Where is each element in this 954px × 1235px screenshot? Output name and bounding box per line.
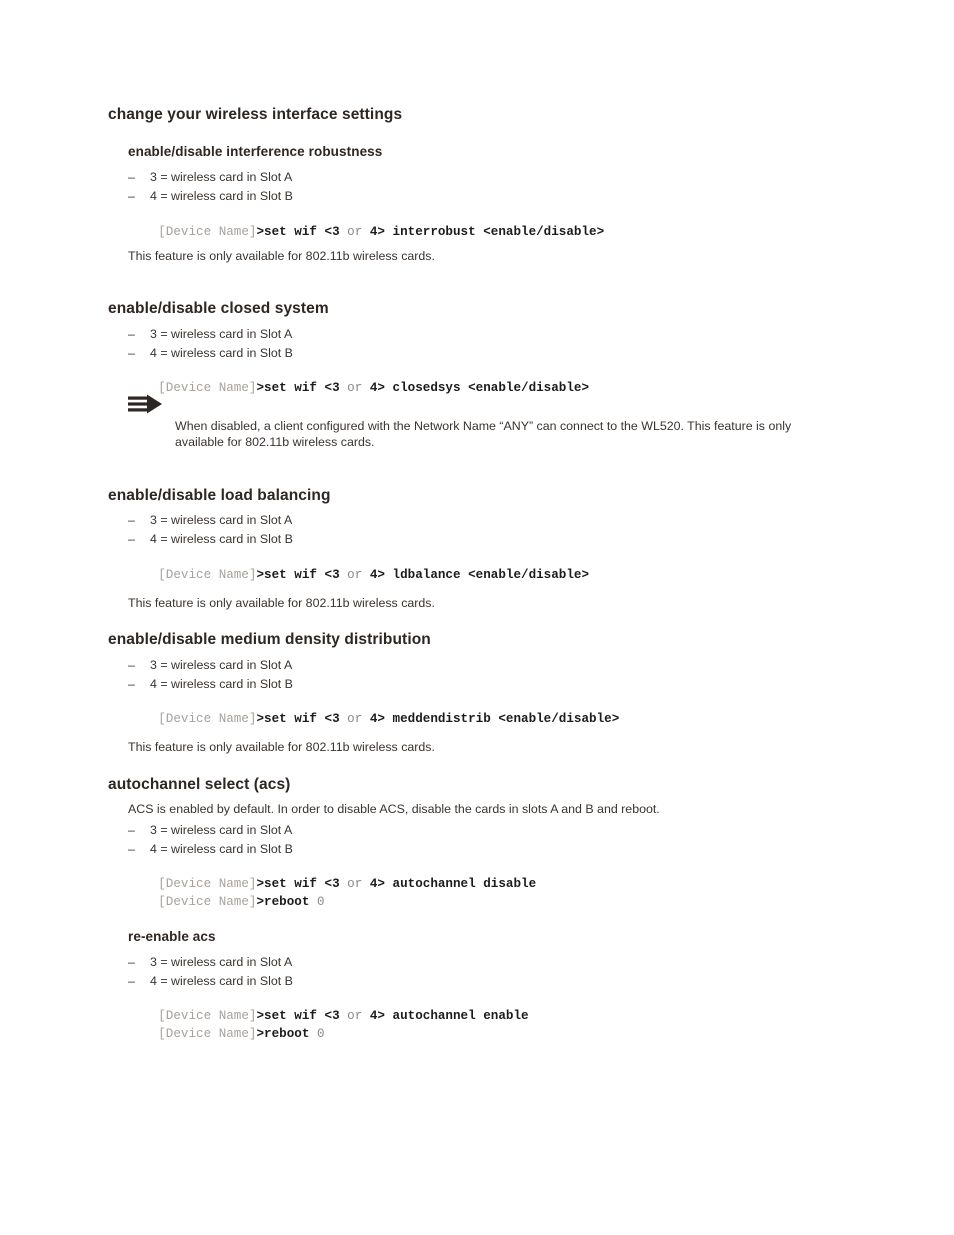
heading-interference-robustness: enable/disable interference robustness <box>128 144 383 159</box>
cli-command-or: or <box>339 568 370 582</box>
dash-bullet: – <box>128 955 135 969</box>
dash-bullet: – <box>128 346 135 360</box>
dash-bullet: – <box>128 513 135 527</box>
list-item-label: 4 = wireless card in Slot B <box>150 532 293 546</box>
cli-command-reboot-arg: 0 <box>309 895 325 909</box>
cli-command-reboot: [Device Name]>reboot 0 <box>128 881 325 923</box>
list-item: – 3 = wireless card in Slot A <box>128 823 292 837</box>
dash-bullet: – <box>128 327 135 341</box>
cli-prompt: [Device Name] <box>158 895 257 909</box>
cli-command-part2: 4> ldbalance <enable/disable> <box>369 568 590 582</box>
cli-command-or: or <box>339 877 370 891</box>
list-item-label: 3 = wireless card in Slot A <box>150 327 293 341</box>
cli-command-closedsys: [Device Name]>set wif <3 or 4> closedsys… <box>128 367 589 409</box>
dash-bullet: – <box>128 532 135 546</box>
heading-closed-system: enable/disable closed system <box>108 300 329 317</box>
cli-command-reboot-keyword: reboot <box>264 1027 310 1041</box>
page-title: change your wireless interface settings <box>108 106 403 123</box>
cli-command-reboot: [Device Name]>reboot 0 <box>128 1013 325 1055</box>
cli-command-or: or <box>339 225 370 239</box>
list-item: – 3 = wireless card in Slot A <box>128 327 292 341</box>
heading-re-enable-acs: re-enable acs <box>128 929 216 944</box>
list-item: – 3 = wireless card in Slot A <box>128 170 292 184</box>
list-item: – 3 = wireless card in Slot A <box>128 658 292 672</box>
list-item-label: 3 = wireless card in Slot A <box>150 955 293 969</box>
cli-prompt: [Device Name] <box>158 225 257 239</box>
cli-command-part1: set wif <3 <box>264 225 340 239</box>
cli-command-part1: set wif <3 <box>264 568 340 582</box>
cli-command-part2: 4> meddendistrib <enable/disable> <box>369 712 620 726</box>
list-item-label: 3 = wireless card in Slot A <box>150 823 293 837</box>
list-item: – 4 = wireless card in Slot B <box>128 189 293 203</box>
cli-command-part1: set wif <3 <box>264 712 340 726</box>
list-item: – 4 = wireless card in Slot B <box>128 532 293 546</box>
list-item-label: 4 = wireless card in Slot B <box>150 346 293 360</box>
cli-command-or: or <box>339 381 370 395</box>
list-item-label: 4 = wireless card in Slot B <box>150 189 293 203</box>
dash-bullet: – <box>128 658 135 672</box>
cli-command-or: or <box>339 1009 370 1023</box>
dash-bullet: – <box>128 170 135 184</box>
cli-caret: > <box>256 1027 265 1041</box>
list-item: – 4 = wireless card in Slot B <box>128 677 293 691</box>
note-arrow-icon <box>128 394 168 416</box>
cli-caret: > <box>256 895 265 909</box>
list-item-label: 4 = wireless card in Slot B <box>150 677 293 691</box>
cli-command-part2: 4> autochannel enable <box>369 1009 529 1023</box>
cli-command-part2: 4> interrobust <enable/disable> <box>369 225 605 239</box>
heading-medium-density: enable/disable medium density distributi… <box>108 631 431 648</box>
availability-note-interference: This feature is only available for 802.1… <box>128 249 435 263</box>
cli-prompt: [Device Name] <box>158 381 257 395</box>
availability-note-medium-density: This feature is only available for 802.1… <box>128 740 435 754</box>
cli-prompt: [Device Name] <box>158 1027 257 1041</box>
cli-command-part1: set wif <3 <box>264 381 340 395</box>
cli-command-part2: 4> closedsys <enable/disable> <box>369 381 590 395</box>
list-item: – 4 = wireless card in Slot B <box>128 842 293 856</box>
autochannel-description: ACS is enabled by default. In order to d… <box>128 802 660 816</box>
cli-caret: > <box>256 568 265 582</box>
document-page: change your wireless interface settings … <box>0 0 954 1235</box>
dash-bullet: – <box>128 677 135 691</box>
list-item-label: 4 = wireless card in Slot B <box>150 974 293 988</box>
dash-bullet: – <box>128 823 135 837</box>
availability-note-load-balancing: This feature is only available for 802.1… <box>128 596 435 610</box>
cli-caret: > <box>256 225 265 239</box>
list-item: – 4 = wireless card in Slot B <box>128 974 293 988</box>
cli-command-or: or <box>339 712 370 726</box>
cli-command-interrobust: [Device Name]>set wif <3 or 4> interrobu… <box>128 211 604 253</box>
list-item: – 3 = wireless card in Slot A <box>128 955 292 969</box>
dash-bullet: – <box>128 842 135 856</box>
cli-command-ldbalance: [Device Name]>set wif <3 or 4> ldbalance… <box>128 554 589 596</box>
cli-command-reboot-arg: 0 <box>309 1027 325 1041</box>
cli-prompt: [Device Name] <box>158 568 257 582</box>
list-item-label: 4 = wireless card in Slot B <box>150 842 293 856</box>
cli-caret: > <box>256 712 265 726</box>
cli-prompt: [Device Name] <box>158 712 257 726</box>
cli-caret: > <box>256 381 265 395</box>
heading-autochannel-select: autochannel select (acs) <box>108 776 291 793</box>
cli-command-part2: 4> autochannel disable <box>369 877 537 891</box>
list-item-label: 3 = wireless card in Slot A <box>150 658 293 672</box>
cli-command-meddendistrib: [Device Name]>set wif <3 or 4> meddendis… <box>128 698 619 740</box>
list-item: – 3 = wireless card in Slot A <box>128 513 292 527</box>
dash-bullet: – <box>128 974 135 988</box>
cli-command-reboot-keyword: reboot <box>264 895 310 909</box>
list-item: – 4 = wireless card in Slot B <box>128 346 293 360</box>
list-item-label: 3 = wireless card in Slot A <box>150 170 293 184</box>
heading-load-balancing: enable/disable load balancing <box>108 487 331 504</box>
note-text-closed-system: When disabled, a client configured with … <box>175 419 792 449</box>
dash-bullet: – <box>128 189 135 203</box>
list-item-label: 3 = wireless card in Slot A <box>150 513 293 527</box>
